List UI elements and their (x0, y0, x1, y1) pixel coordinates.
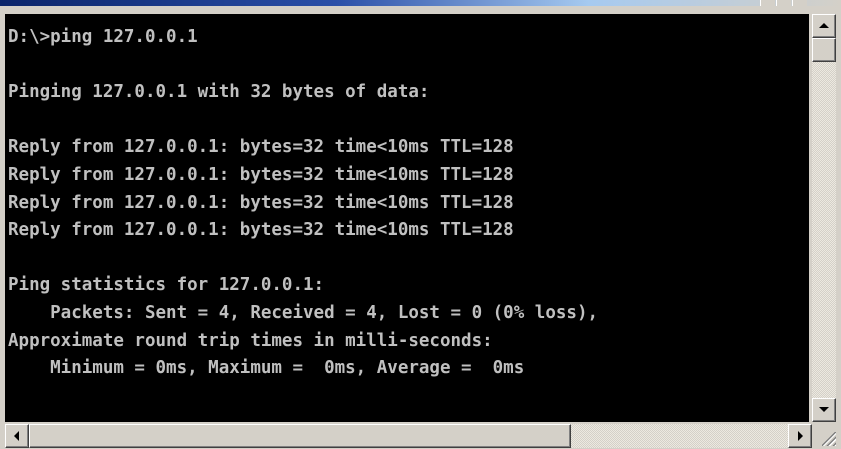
vertical-scroll-thumb[interactable] (812, 38, 836, 62)
scroll-left-button[interactable] (5, 424, 29, 448)
console-line: D:\>ping 127.0.0.1 (8, 27, 198, 47)
scroll-right-button[interactable] (788, 424, 812, 448)
console-line: Pinging 127.0.0.1 with 32 bytes of data: (8, 82, 430, 103)
title-bar[interactable] (0, 0, 841, 6)
console-line: Packets: Sent = 4, Received = 4, Lost = … (8, 302, 599, 323)
horizontal-scroll-thumb[interactable] (29, 424, 571, 448)
console-output[interactable]: D:\>ping 127.0.0.1 Pinging 127.0.0.1 with… (5, 14, 809, 422)
arrow-left-icon (14, 431, 19, 441)
arrow-down-icon (819, 407, 829, 412)
maximize-button[interactable] (776, 0, 791, 6)
scroll-down-button[interactable] (812, 398, 836, 422)
console-line: Reply from 127.0.0.1: bytes=32 time<10ms… (8, 192, 514, 213)
resize-grip[interactable] (814, 424, 838, 448)
console-line: Reply from 127.0.0.1: bytes=32 time<10ms… (8, 220, 514, 241)
arrow-right-icon (798, 431, 803, 441)
vertical-scrollbar[interactable] (812, 14, 836, 422)
close-button[interactable] (792, 0, 807, 6)
console-line: Ping statistics for 127.0.0.1: (8, 275, 325, 296)
console-line: Reply from 127.0.0.1: bytes=32 time<10ms… (8, 164, 514, 185)
scroll-up-button[interactable] (812, 14, 836, 38)
minimize-button[interactable] (760, 0, 775, 6)
console-line: Reply from 127.0.0.1: bytes=32 time<10ms… (8, 137, 514, 158)
console-line: Minimum = 0ms, Maximum = 0ms, Average = … (8, 358, 525, 379)
console-line: Approximate round trip times in milli-se… (8, 330, 493, 351)
command-prompt-window: D:\>ping 127.0.0.1 Pinging 127.0.0.1 with… (0, 0, 841, 449)
horizontal-scrollbar[interactable] (5, 424, 812, 448)
arrow-up-icon (819, 23, 829, 28)
console-text: D:\>ping 127.0.0.1 Pinging 127.0.0.1 with… (5, 14, 809, 383)
